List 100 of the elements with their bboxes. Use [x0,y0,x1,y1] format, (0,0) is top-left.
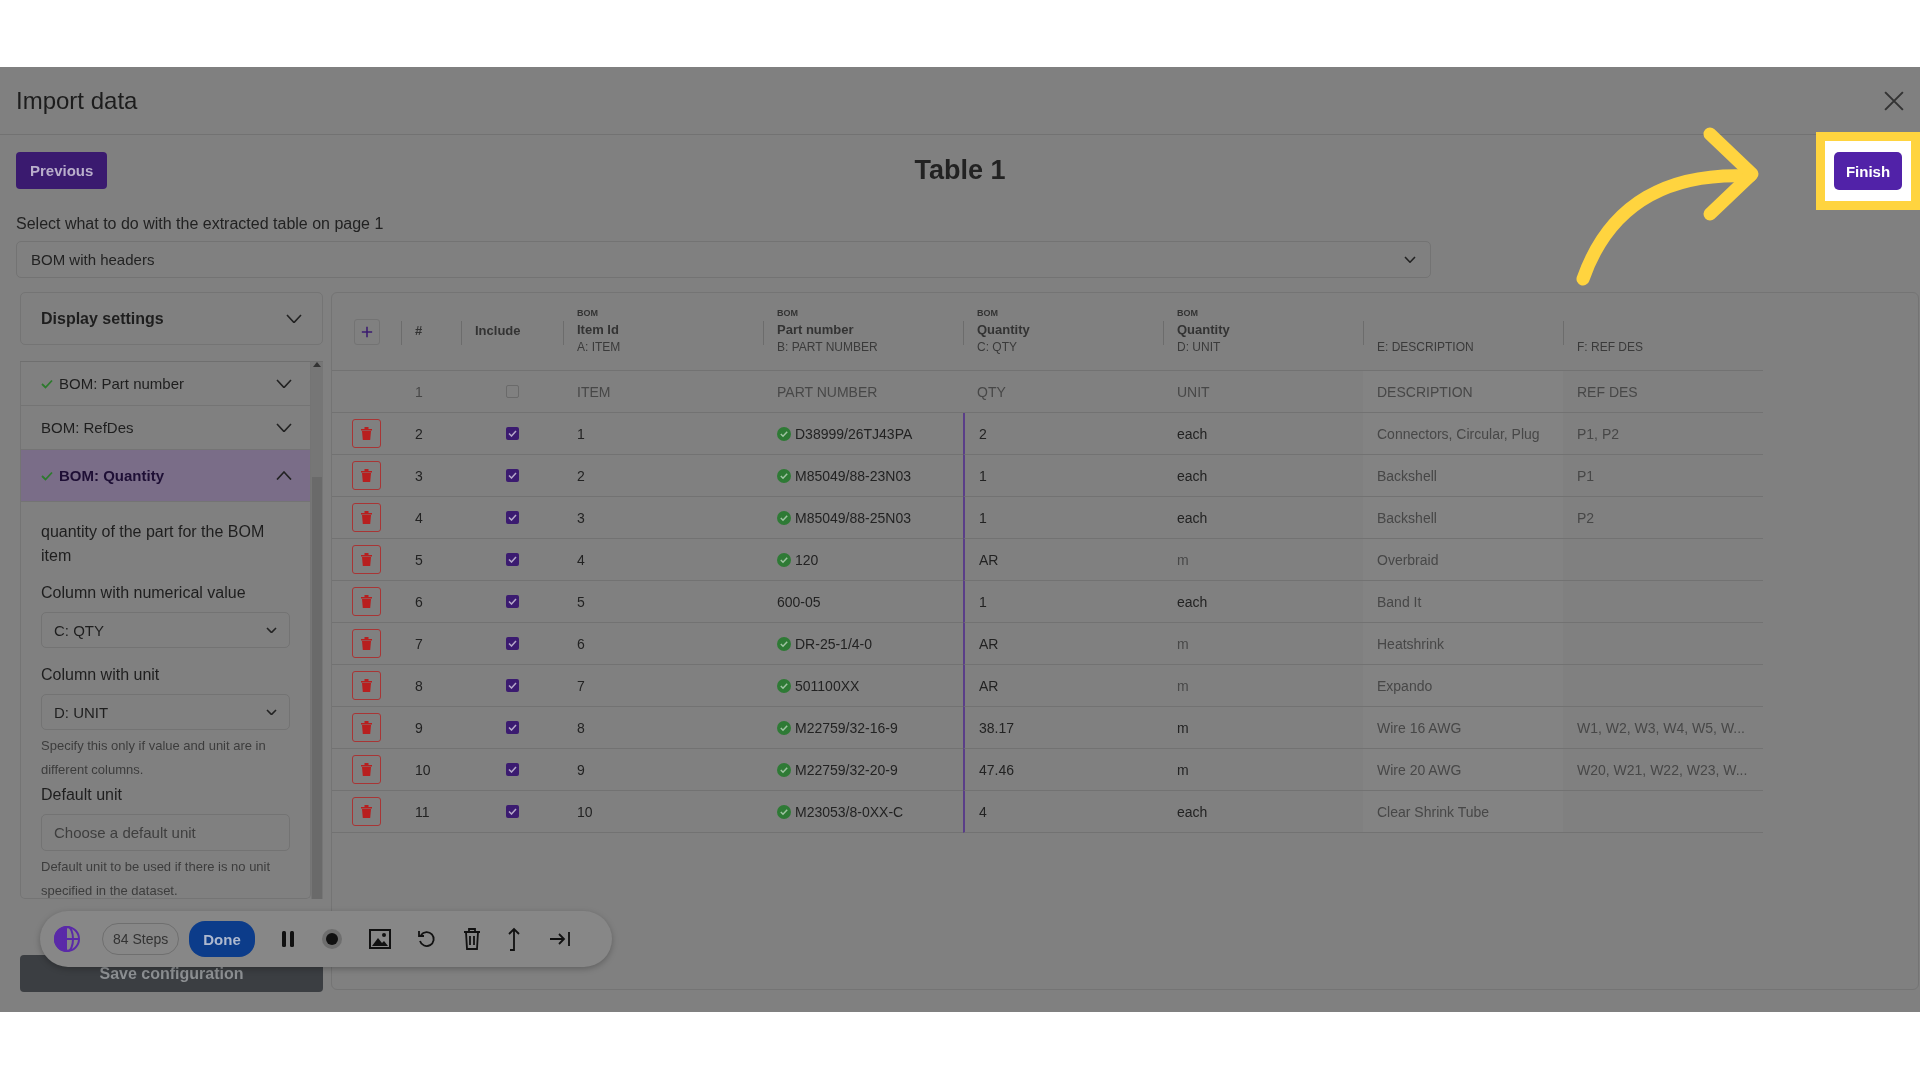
trash-icon[interactable] [462,928,481,950]
table-cell: 5 [577,593,585,610]
previous-button[interactable]: Previous [16,152,108,189]
include-checkbox[interactable] [505,427,519,440]
add-row-button[interactable] [353,318,380,345]
table-cell: P2 [1577,509,1595,526]
row-number: 2 [415,425,423,442]
trash-icon [361,637,372,650]
row-number: 7 [415,635,423,652]
column-header: Part number [777,321,855,339]
table-cell: 38.17 [979,719,1015,736]
row-number: 5 [415,551,423,568]
field-label: Default unit [41,786,123,804]
row-number: 11 [415,803,430,820]
table-cell: M22759/32-20-9 [795,761,898,778]
include-checkbox[interactable] [505,763,519,776]
table-cell: Wire 20 AWG [1377,761,1462,778]
chevron-down-icon[interactable] [266,708,277,716]
trash-icon [361,595,372,608]
image-icon[interactable] [368,929,391,949]
table-cell: each [1177,593,1208,610]
column-select[interactable]: C: QTY [41,612,290,648]
include-checkbox[interactable] [505,721,519,734]
column-group: BOM [577,307,749,322]
table-cell: each [1177,467,1208,484]
table-cell: each [1177,803,1208,820]
column-select[interactable]: D: UNIT [41,694,290,730]
include-checkbox[interactable] [505,679,519,692]
skip-to-end-icon[interactable] [548,931,571,947]
table-cell: Heatshrink [1377,635,1444,652]
chevron-down-icon[interactable] [1404,255,1416,264]
prompt-text: Select what to do with the extracted table on page 1 [16,215,385,233]
column-group: BOM [1177,307,1349,322]
trash-icon [361,721,372,734]
row-number: 8 [415,677,423,694]
gear-globe-icon[interactable] [52,924,82,954]
column-header: Include [475,322,522,340]
table-cell: W20, W21, W22, W23, W... [1577,761,1748,778]
table-cell: 501100XX [795,677,860,694]
include-checkbox[interactable] [505,805,519,818]
include-checkbox[interactable] [505,595,519,608]
row-number: 6 [415,593,423,610]
table-cell: 10 [577,803,593,820]
table-cell: 1 [979,467,987,484]
include-checkbox[interactable] [505,637,519,650]
trash-icon [361,427,372,440]
done-button[interactable]: Done [189,921,255,957]
table-cell: Expando [1377,677,1433,694]
chevron-down-icon[interactable] [266,626,277,634]
table-cell: 120 [795,551,819,568]
table-cell: 3 [577,509,585,526]
trash-icon [361,553,372,566]
close-icon[interactable] [1884,90,1904,111]
table-title: Table 1 [914,155,1006,186]
table-cell: 4 [979,803,987,820]
column-source: B: PART NUMBER [777,339,879,356]
select-value: BOM with headers [31,251,155,268]
chevron-down-icon[interactable] [276,422,292,433]
accordion-label: BOM: Part number [59,375,185,392]
trash-icon [361,469,372,482]
table-cell: 7 [577,677,585,694]
table-cell: ITEM [577,383,611,400]
chevron-down-icon[interactable] [286,313,302,324]
table-cell: Backshell [1377,509,1437,526]
table-cell: m [1177,677,1189,694]
table-cell: each [1177,509,1208,526]
accordion-header[interactable]: BOM: Part number [21,362,310,406]
row-number: 3 [415,467,423,484]
default-unit-field[interactable]: Choose a default unit [41,814,290,851]
table-cell: m [1177,719,1189,736]
scrollbar[interactable] [311,362,323,899]
chevron-up-icon[interactable] [276,470,292,481]
chevron-down-icon[interactable] [276,378,292,389]
table-cell: REF DES [1577,383,1638,400]
table-cell: D38999/26TJ43PA [795,425,913,442]
include-checkbox[interactable] [505,553,519,566]
field-label: Column with numerical value [41,584,247,602]
trash-icon [361,763,372,776]
column-group: BOM [777,307,949,322]
display-settings-header[interactable]: Display settings [20,292,323,345]
include-checkbox[interactable] [505,469,519,482]
table-cell: 4 [577,551,585,568]
table-cell: W1, W2, W3, W4, W5, W... [1577,719,1745,736]
table-cell: M23053/8-0XX-C [795,803,904,820]
column-header: Item Id [577,321,620,339]
pause-icon[interactable] [280,930,295,948]
undo-icon[interactable] [416,929,437,949]
accordion-label: BOM: RefDes [41,419,134,436]
row-number: 10 [415,761,431,778]
table-cell: AR [979,635,999,652]
table-cell: 47.46 [979,761,1015,778]
table-cell: 2 [979,425,987,442]
table-cell: UNIT [1177,383,1210,400]
table-cell: Wire 16 AWG [1377,719,1462,736]
dialog-title: Import data [16,86,138,115]
include-checkbox[interactable] [505,511,519,524]
accordion-header[interactable]: BOM: Quantity [21,450,310,502]
plus-icon [360,324,373,339]
mode-select[interactable]: BOM with headers [16,241,1431,278]
finish-button[interactable]: Finish [1833,152,1903,190]
